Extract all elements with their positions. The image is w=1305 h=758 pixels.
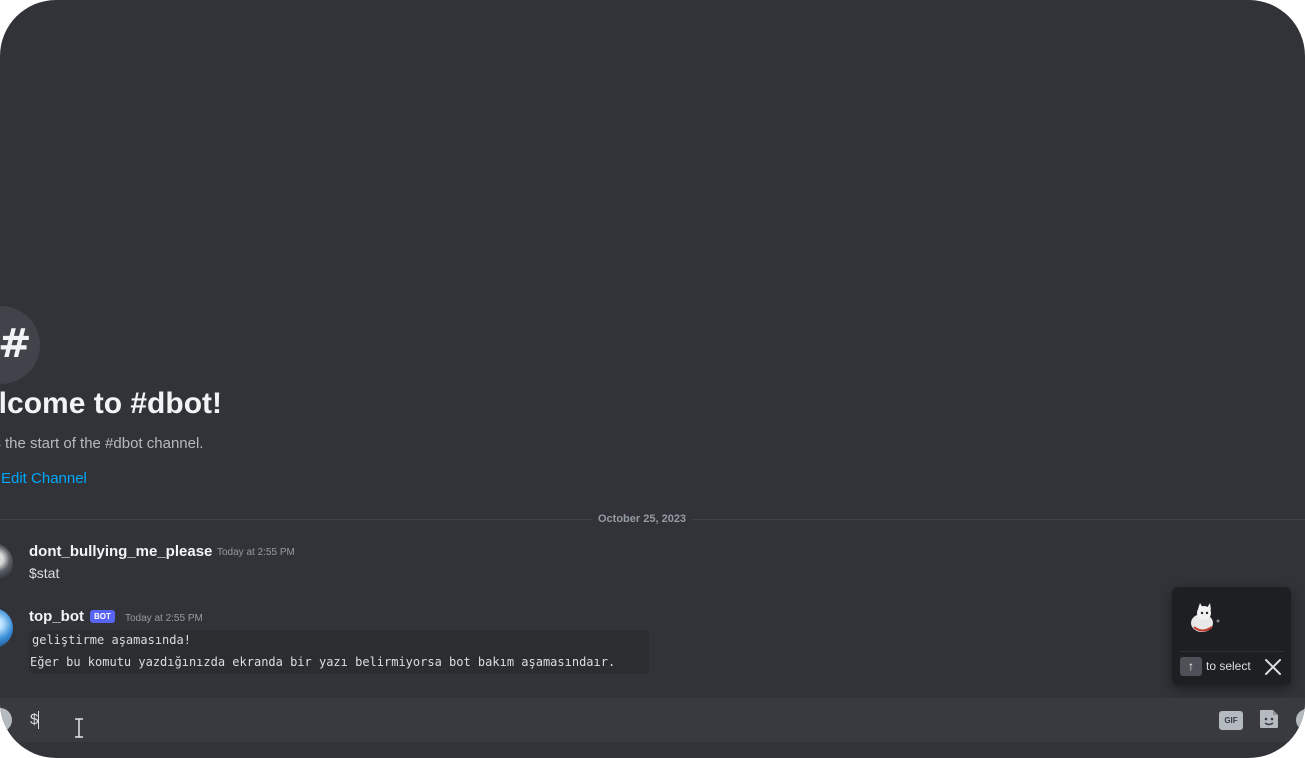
select-hint: to select [1206,659,1251,673]
sticker-icon[interactable] [1257,707,1281,731]
message-composer[interactable] [0,698,1305,742]
code-line: Eğer bu komutu yazdığınızda ekranda bir … [30,655,616,669]
avatar[interactable] [0,608,13,648]
autocomplete-popup: ↑ to select [1172,587,1291,685]
message-text: $stat [29,565,60,581]
text-caret [38,711,39,729]
edit-channel-link[interactable]: Edit Channel [1,470,87,487]
discord-window: # elcome to #dbot! is the start of the #… [0,0,1305,758]
popup-divider [1180,651,1284,652]
hash-icon: # [0,306,40,384]
message-timestamp: Today at 2:55 PM [217,547,295,558]
sticker-preview-icon[interactable] [1182,601,1226,637]
welcome-subtitle: is the start of the #dbot channel. [0,435,204,452]
close-icon[interactable] [1262,656,1284,678]
arrow-up-key-icon: ↑ [1180,657,1202,676]
avatar[interactable] [0,543,13,583]
message-timestamp: Today at 2:55 PM [125,613,203,624]
bot-badge: BOT [90,610,115,623]
message-username[interactable]: top_bot [29,608,84,625]
date-divider-label: October 25, 2023 [592,513,693,525]
welcome-title: elcome to #dbot! [0,387,223,420]
ibeam-cursor-icon [75,718,83,738]
gif-icon[interactable]: GIF [1219,711,1243,730]
hash-glyph: # [0,321,32,367]
message-username[interactable]: dont_bullying_me_please [29,543,212,560]
code-line: geliştirme aşamasında! [32,633,191,647]
